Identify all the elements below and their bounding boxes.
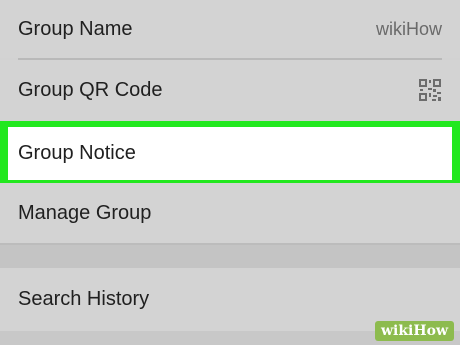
group-notice-label: Group Notice (18, 142, 136, 164)
group-name-value: wikiHow (375, 18, 442, 39)
search-history-label: Search History (18, 288, 150, 310)
manage-group-label: Manage Group (18, 201, 152, 224)
wikihow-watermark: wikiHow (374, 321, 454, 341)
manage-group-row[interactable]: Manage Group (0, 183, 460, 243)
group-notice-row[interactable]: Group Notice (0, 121, 460, 186)
group-name-label: Group Name (18, 17, 133, 40)
section-separator (0, 243, 460, 268)
group-qr-code-row[interactable]: Group QR Code (0, 60, 460, 120)
qr-code-icon (418, 78, 442, 102)
group-qr-code-label: Group QR Code (18, 78, 163, 101)
group-name-row[interactable]: Group Name wikiHow (0, 0, 460, 58)
separator-line (0, 243, 460, 245)
